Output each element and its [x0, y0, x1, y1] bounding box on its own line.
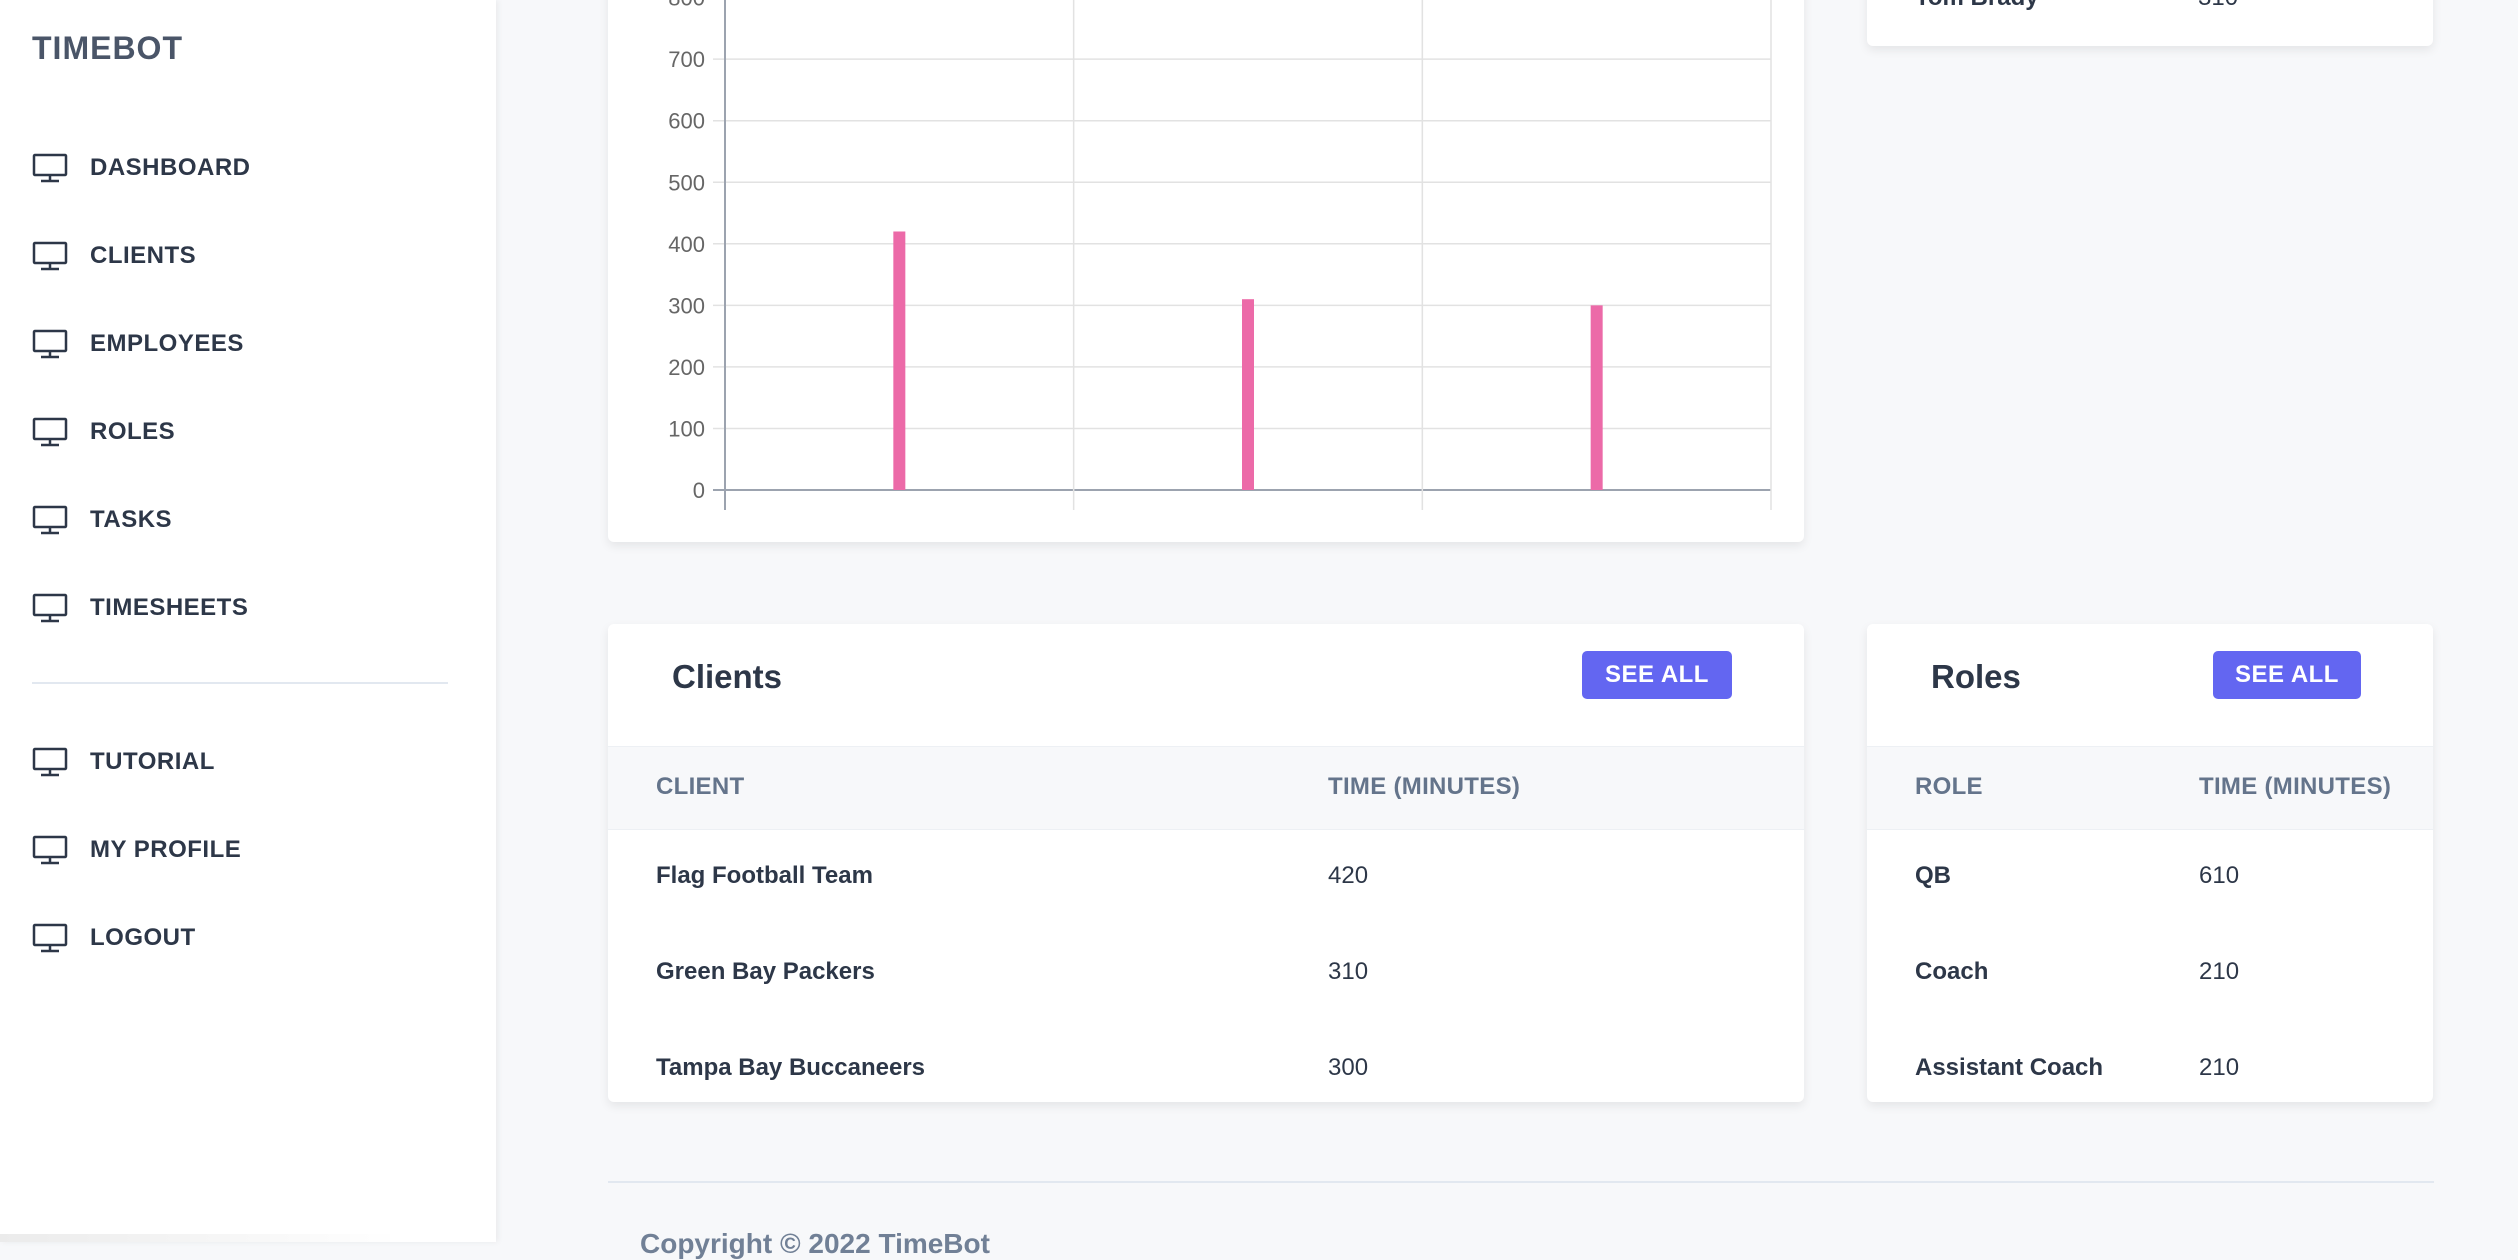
app-brand: TIMEBOT: [32, 30, 183, 66]
client-time-chart-card: 0 100 200 300 400 500 600 700 800: [608, 0, 1804, 542]
client-name: Flag Football Team: [656, 862, 873, 889]
sidebar-item-label: CLIENTS: [90, 242, 197, 269]
role-time: 210: [2199, 958, 2240, 985]
sidebar-item-dashboard[interactable]: DASHBOARD: [32, 148, 251, 188]
monitor-icon: [32, 747, 68, 777]
chart-bar: [1590, 305, 1603, 490]
sidebar-item-employees[interactable]: EMPLOYEES: [32, 324, 244, 364]
roles-card-title: Roles: [1931, 658, 2021, 695]
role-time: 610: [2199, 862, 2240, 889]
role-name: Coach: [1915, 958, 1989, 985]
sidebar-item-tasks[interactable]: TASKS: [32, 500, 172, 540]
chart-bar: [893, 231, 906, 491]
column-header-role: ROLE: [1915, 773, 1983, 800]
sidebar-item-label: EMPLOYEES: [90, 330, 244, 357]
sidebar-item-label: MY PROFILE: [90, 836, 242, 863]
client-time-bar-chart: 0 100 200 300 400 500 600 700 800: [668, 0, 1772, 510]
table-row: QB 610: [1867, 828, 2433, 924]
sidebar-bottom-shadow: [0, 1234, 400, 1242]
sidebar: TIMEBOT DASHBOARD CLIENTS EMPLOYEES ROLE…: [0, 0, 496, 1242]
roles-card: Roles SEE ALL ROLE TIME (MINUTES) QB 610…: [1867, 624, 2433, 1102]
monitor-icon: [32, 417, 68, 447]
chart-bar: [1242, 299, 1254, 490]
client-name: Green Bay Packers: [656, 958, 875, 985]
sidebar-item-clients[interactable]: CLIENTS: [32, 236, 196, 276]
sidebar-item-label: LOGOUT: [90, 924, 196, 951]
monitor-icon: [32, 505, 68, 535]
y-tick-label: 300: [668, 293, 705, 318]
sidebar-item-label: ROLES: [90, 418, 176, 445]
table-row: Coach 210: [1867, 924, 2433, 1020]
y-tick-label: 600: [668, 109, 705, 134]
y-tick-label: 500: [668, 170, 705, 195]
column-header-time: TIME (MINUTES): [2199, 773, 2392, 800]
client-time: 420: [1328, 862, 1369, 889]
sidebar-item-roles[interactable]: ROLES: [32, 412, 175, 452]
roles-table-header: ROLE TIME (MINUTES): [1867, 746, 2433, 830]
table-row: Tampa Bay Buccaneers 300: [608, 1020, 1804, 1102]
monitor-icon: [32, 923, 68, 953]
table-cell-time: 310: [2198, 0, 2238, 12]
clients-card-title: Clients: [672, 658, 783, 695]
table-row: Assistant Coach 210: [1867, 1020, 2433, 1102]
y-tick-label: 0: [693, 478, 705, 503]
role-name: Assistant Coach: [1915, 1054, 2104, 1081]
y-tick-label: 700: [668, 47, 705, 72]
footer-copyright: Copyright © 2022 TimeBot: [640, 1228, 990, 1259]
sidebar-item-label: TASKS: [90, 506, 173, 533]
client-name: Tampa Bay Buccaneers: [656, 1054, 926, 1081]
roles-see-all-button[interactable]: SEE ALL: [2213, 651, 2361, 699]
clients-card: Clients SEE ALL CLIENT TIME (MINUTES) Fl…: [608, 624, 1804, 1102]
client-time: 310: [1328, 958, 1369, 985]
footer-divider: [608, 1181, 2434, 1183]
monitor-icon: [32, 329, 68, 359]
sidebar-item-label: DASHBOARD: [90, 154, 251, 181]
y-tick-label: 200: [668, 355, 705, 380]
role-name: QB: [1915, 862, 1951, 889]
y-tick-label: 800: [668, 0, 705, 11]
sidebar-item-tutorial[interactable]: TUTORIAL: [32, 742, 215, 782]
monitor-icon: [32, 153, 68, 183]
y-tick-label: 100: [668, 416, 705, 441]
table-row: Flag Football Team 420: [608, 828, 1804, 924]
sidebar-item-my-profile[interactable]: MY PROFILE: [32, 830, 241, 870]
table-cell-name: Tom Brady: [1915, 0, 2039, 12]
sidebar-item-timesheets[interactable]: TIMESHEETS: [32, 588, 248, 628]
monitor-icon: [32, 241, 68, 271]
role-time: 210: [2199, 1054, 2240, 1081]
clients-table-header: CLIENT TIME (MINUTES): [608, 746, 1804, 830]
column-header-client: CLIENT: [656, 773, 745, 800]
sidebar-divider: [32, 682, 448, 684]
sidebar-item-label: TIMESHEETS: [90, 594, 249, 621]
client-time: 300: [1328, 1054, 1369, 1081]
column-header-time: TIME (MINUTES): [1328, 773, 1521, 800]
monitor-icon: [32, 835, 68, 865]
monitor-icon: [32, 593, 68, 623]
y-tick-label: 400: [668, 232, 705, 257]
table-row: Green Bay Packers 310: [608, 924, 1804, 1020]
sidebar-item-logout[interactable]: LOGOUT: [32, 918, 196, 958]
employees-card-partial: Tom Brady 310: [1867, 0, 2433, 46]
sidebar-item-label: TUTORIAL: [90, 748, 215, 775]
clients-see-all-button[interactable]: SEE ALL: [1582, 651, 1732, 699]
